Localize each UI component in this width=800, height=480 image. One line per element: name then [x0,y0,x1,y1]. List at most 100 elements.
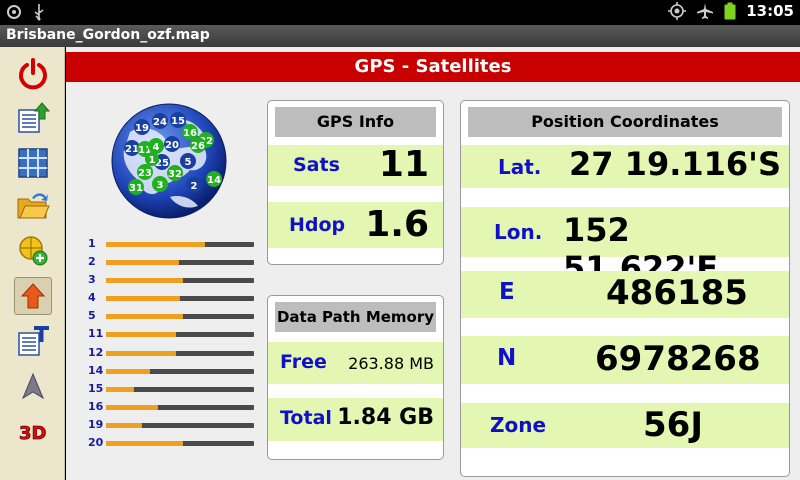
total-row: Total 1.84 GB [268,398,443,441]
signal-bar [106,350,254,356]
satellite-signal-row: 11 [88,327,258,345]
signal-bar [106,441,254,447]
signal-bar-fill [106,242,206,247]
satellite-id: 2 [88,255,96,269]
signal-bar [106,368,254,374]
zone-row: Zone 56J [461,403,789,448]
easting-row: E 486185 [461,271,789,318]
data-path-memory-panel: Data Path Memory Free 263.88 MB Total 1.… [267,295,444,460]
northing-label: N [497,345,517,371]
lat-value: 27 19.116'S [569,145,781,183]
page-title: GPS - Satellites [66,52,800,82]
up-arrow-button[interactable] [14,277,52,315]
satellite-id: 16 [88,399,104,413]
satellite-signal-row: 12 [88,346,258,364]
northing-row: N 6978268 [461,336,789,384]
satellite-id: 19 [88,417,104,431]
signal-bar-fill [106,332,176,338]
hdop-label: Hdop [289,214,346,236]
add-waypoint-icon [19,236,48,266]
satellite-signal-row: 15 [88,382,258,400]
satellite-label: 19 [135,123,149,134]
lat-row: Lat. 27 19.116'S [461,145,789,188]
satellite-label: 16 [183,128,197,139]
satellite-label: 2 [191,181,198,192]
signal-bar-fill [106,368,151,374]
satellite-signal-bars: 1 2 3 4 5 11 12 14 15 16 19 20 [88,237,258,454]
satellite-label: 4 [153,142,160,153]
signal-bar [106,314,254,320]
usb-icon [34,4,44,21]
3d-view-icon: 3D [19,423,47,445]
3d-view-button[interactable]: 3D [14,412,52,450]
position-title: Position Coordinates [468,107,782,137]
sats-value: 11 [378,144,429,185]
sats-label: Sats [293,154,340,176]
satellite-id: 5 [88,309,96,323]
easting-label: E [499,279,515,305]
sidebar: 3D [0,47,65,480]
satellite-signal-row: 20 [88,436,258,454]
signal-bar [106,242,254,247]
satellite-signal-row: 1 [88,237,258,255]
main-area: GPS - Satellites 19 24 15 21 11 4 20 16 … [66,47,800,480]
lat-label: Lat. [498,155,542,179]
satellite-id: 3 [88,273,96,287]
satellite-id: 14 [88,363,104,377]
satellite-label: 5 [185,157,192,168]
signal-bar-fill [106,260,179,266]
satellite-id: 20 [88,436,104,450]
free-row: Free 263.88 MB [268,342,443,384]
airplane-mode-icon [697,3,714,19]
satellite-id: 15 [88,381,104,395]
memory-title: Data Path Memory [275,302,436,332]
signal-bar [106,332,254,338]
satellite-signal-row: 16 [88,400,258,418]
grid-button[interactable] [14,144,52,182]
open-folder-button[interactable] [14,187,52,225]
map-list-upload-button[interactable] [14,99,52,137]
satellite-label: 15 [171,116,185,127]
signal-bar [106,278,254,284]
hdop-value: 1.6 [365,204,429,245]
zone-label: Zone [490,413,547,437]
signal-bar [106,422,254,428]
text-list-icon [18,326,49,356]
navigation-arrow-button[interactable] [14,367,52,405]
easting-value: 486185 [606,273,748,313]
satellite-label: 3 [157,180,164,191]
position-coordinates-panel: Position Coordinates Lat. 27 19.116'S Lo… [460,100,790,477]
satellite-id: 11 [88,327,104,341]
satellite-signal-row: 19 [88,418,258,436]
satellite-signal-row: 4 [88,291,258,309]
signal-bar [106,386,254,392]
total-value: 1.84 GB [337,405,434,430]
add-waypoint-button[interactable] [14,232,52,270]
text-list-button[interactable] [14,322,52,360]
total-label: Total [280,407,332,429]
satellite-id: 4 [88,291,96,305]
satellite-label: 31 [129,183,143,194]
power-button[interactable] [14,55,52,93]
satellite-label: 20 [165,140,179,151]
signal-bar-fill [106,278,183,284]
signal-bar [106,296,254,302]
battery-icon [724,2,736,20]
lon-label: Lon. [494,220,543,244]
grid-icon [18,148,48,178]
sdcard-icon [7,5,21,19]
satellite-signal-row: 5 [88,309,258,327]
zone-value: 56J [643,405,703,445]
svg-text:3D: 3D [19,423,46,444]
satellite-id: 12 [88,345,104,359]
satellite-label: 23 [138,168,152,179]
gps-info-panel: GPS Info Sats 11 Hdop 1.6 [267,100,444,265]
status-bar-right: 13:05 [668,2,794,20]
free-label: Free [280,351,327,373]
satellite-label: 14 [207,175,221,186]
signal-bar [106,404,254,410]
gps-info-title: GPS Info [275,107,436,137]
free-value: 263.88 MB [348,354,434,373]
clock: 13:05 [746,2,794,20]
signal-bar-fill [106,296,180,302]
